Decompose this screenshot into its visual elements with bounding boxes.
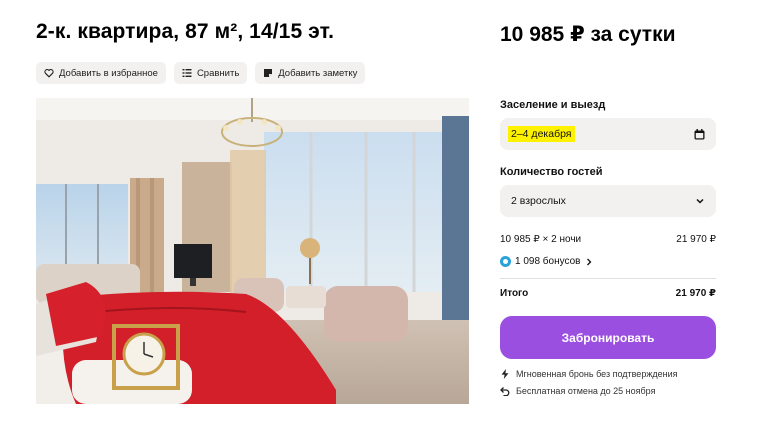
guests-label: Количество гостей xyxy=(500,166,603,178)
heart-icon xyxy=(44,68,54,78)
add-note-button[interactable]: Добавить заметку xyxy=(255,62,366,84)
listing-title: 2-к. квартира, 87 м², 14/15 эт. xyxy=(36,20,335,43)
add-note-label: Добавить заметку xyxy=(278,67,358,79)
total-row: Итого 21 970 ₽ xyxy=(500,288,716,299)
bonus-text: 1 098 бонусов xyxy=(515,256,581,267)
price-calc-label: 10 985 ₽ × 2 ночи xyxy=(500,234,582,245)
instant-booking-note: Мгновенная бронь без подтверждения xyxy=(500,369,677,379)
add-favorite-button[interactable]: Добавить в избранное xyxy=(36,62,166,84)
listing-actions: Добавить в избранное Сравнить Добавить з… xyxy=(36,62,366,84)
guests-value: 2 взрослых xyxy=(511,195,566,207)
calendar-icon xyxy=(694,128,705,139)
compare-icon xyxy=(182,69,192,77)
compare-label: Сравнить xyxy=(196,67,240,79)
guests-select[interactable]: 2 взрослых xyxy=(500,185,716,217)
chevron-right-icon xyxy=(586,258,591,265)
total-label: Итого xyxy=(500,288,529,299)
lightning-icon xyxy=(501,369,509,379)
bonus-icon xyxy=(500,256,511,267)
price-per-night: 10 985 ₽ за сутки xyxy=(500,23,676,46)
divider xyxy=(500,278,716,279)
compare-button[interactable]: Сравнить xyxy=(173,62,248,84)
add-favorite-label: Добавить в избранное xyxy=(59,67,158,79)
book-button[interactable]: Забронировать xyxy=(500,316,716,359)
free-cancel-note: Бесплатная отмена до 25 ноября xyxy=(500,386,655,396)
price-calc-value: 21 970 ₽ xyxy=(676,234,716,245)
checkin-label: Заселение и выезд xyxy=(500,99,606,111)
bedroom-photo-illustration xyxy=(36,98,469,404)
selected-dates: 2–4 декабря xyxy=(508,126,575,142)
free-cancel-text: Бесплатная отмена до 25 ноября xyxy=(516,386,656,396)
listing-photo[interactable] xyxy=(36,98,469,404)
total-value: 21 970 ₽ xyxy=(675,288,716,299)
instant-booking-text: Мгновенная бронь без подтверждения xyxy=(516,369,678,379)
chevron-down-icon xyxy=(696,198,704,204)
date-picker[interactable]: 2–4 декабря xyxy=(500,118,716,150)
note-icon xyxy=(264,69,273,77)
undo-arrow-icon xyxy=(500,387,510,396)
price-calc-row: 10 985 ₽ × 2 ночи 21 970 ₽ xyxy=(500,234,716,245)
bonus-link[interactable]: 1 098 бонусов xyxy=(500,256,593,267)
